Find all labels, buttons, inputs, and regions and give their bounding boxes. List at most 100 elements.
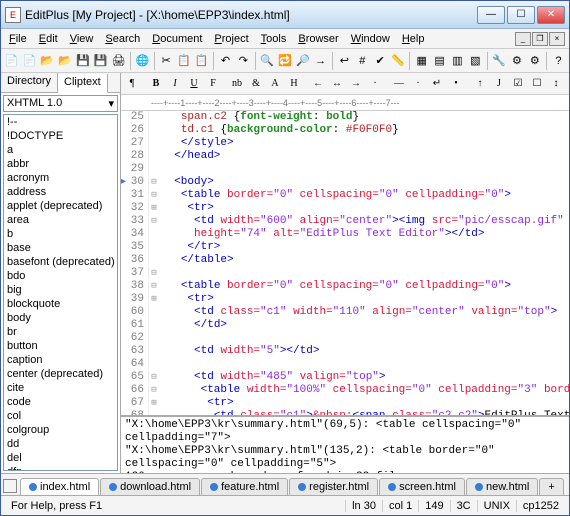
open-remote-icon[interactable]: 📂 [57,51,74,70]
list-item[interactable]: blockquote [4,297,117,311]
findfiles-icon[interactable]: 🔎 [294,51,311,70]
copy-icon[interactable]: 📋 [175,51,192,70]
list-item[interactable]: code [4,395,117,409]
html-tool-11[interactable]: → [347,75,365,92]
mdi-restore-button[interactable]: ❐ [532,32,548,46]
html-tool-22[interactable]: S [566,75,569,92]
close-button[interactable]: ✕ [537,6,565,24]
html-tool-12[interactable]: · [366,75,384,92]
list-item[interactable]: bdo [4,269,117,283]
html-tool-15[interactable]: ↵ [428,75,446,92]
preview-icon[interactable]: 🌐 [134,51,151,70]
list-item[interactable]: !DOCTYPE [4,129,117,143]
tool2-icon[interactable]: ⚙ [508,51,525,70]
html-tool-20[interactable]: ☐ [528,75,546,92]
doc-tab[interactable]: register.html [289,478,378,495]
html-tool-4[interactable]: F [204,75,222,92]
redo-icon[interactable]: ↷ [235,51,252,70]
list-item[interactable]: base [4,241,117,255]
list-item[interactable]: center (deprecated) [4,367,117,381]
html-tool-3[interactable]: U [185,75,203,92]
html-tool-8[interactable]: H [285,75,303,92]
list-item[interactable]: dfn [4,465,117,471]
panel2-icon[interactable]: ▤ [431,51,448,70]
goto-icon[interactable]: → [312,51,329,70]
panel1-icon[interactable]: ▦ [413,51,430,70]
list-item[interactable]: br [4,325,117,339]
list-item[interactable]: del [4,451,117,465]
list-item[interactable]: acronym [4,171,117,185]
cliptext-combo[interactable]: XHTML 1.0▾ [3,95,118,112]
tab-list-button[interactable] [3,479,17,493]
linenum-icon[interactable]: # [354,51,371,70]
html-tool-18[interactable]: J [490,75,508,92]
list-item[interactable]: big [4,283,117,297]
list-item[interactable]: col [4,409,117,423]
doc-tab[interactable]: screen.html [379,478,465,495]
prefs-icon[interactable]: ⚙ [526,51,543,70]
menu-file[interactable]: File [3,31,33,47]
mdi-min-button[interactable]: _ [515,32,531,46]
list-item[interactable]: dd [4,437,117,451]
html-tool-0[interactable]: ¶ [123,75,141,92]
list-item[interactable]: a [4,143,117,157]
list-item[interactable]: area [4,213,117,227]
menu-document[interactable]: Document [146,31,208,47]
html-tool-16[interactable]: • [447,75,465,92]
tab-cliptext[interactable]: Cliptext [58,74,108,93]
paste-icon[interactable]: 📋 [193,51,210,70]
menu-view[interactable]: View [64,31,100,47]
list-item[interactable]: body [4,311,117,325]
panel3-icon[interactable]: ▥ [449,51,466,70]
cut-icon[interactable]: ✂ [158,51,175,70]
minimize-button[interactable]: — [477,6,505,24]
mdi-close-button[interactable]: × [549,32,565,46]
panel4-icon[interactable]: ▧ [467,51,484,70]
tool1-icon[interactable]: 🔧 [491,51,508,70]
list-item[interactable]: colgroup [4,423,117,437]
new-html-icon[interactable]: 📄 [21,51,38,70]
help-icon[interactable]: ? [550,51,567,70]
html-tool-5[interactable]: nb [228,75,246,92]
save-all-icon[interactable]: 💾 [92,51,109,70]
replace-icon[interactable]: 🔁 [277,51,294,70]
menu-help[interactable]: Help [396,31,431,47]
code-text[interactable]: span.c2 {font-weight: bold} td.c1 {backg… [159,111,569,415]
open-icon[interactable]: 📂 [39,51,56,70]
html-tool-6[interactable]: & [247,75,265,92]
cliptext-list[interactable]: !--!DOCTYPEaabbracronymaddressapplet (de… [3,114,118,471]
html-tool-21[interactable]: ↕ [547,75,565,92]
html-tool-17[interactable]: ↑ [471,75,489,92]
spell-icon[interactable]: ✔ [372,51,389,70]
doc-tab[interactable]: feature.html [201,478,288,495]
code-editor[interactable]: ▶ 25262728293031323334353637383960616263… [121,111,569,415]
menu-edit[interactable]: Edit [33,31,64,47]
menu-window[interactable]: Window [345,31,396,47]
html-tool-10[interactable]: ↔ [328,75,346,92]
new-tab-button[interactable]: + [539,478,563,495]
new-icon[interactable]: 📄 [3,51,20,70]
list-item[interactable]: applet (deprecated) [4,199,117,213]
menu-tools[interactable]: Tools [255,31,293,47]
wrap-icon[interactable]: ↩ [336,51,353,70]
doc-tab[interactable]: index.html [20,478,99,495]
list-item[interactable]: button [4,339,117,353]
list-item[interactable]: cite [4,381,117,395]
fold-column[interactable]: ⊟⊟⊞⊟⊟⊟⊞⊟⊟⊞⊟⊟⊟⊞ [149,111,159,415]
list-item[interactable]: caption [4,353,117,367]
html-tool-14[interactable]: · [409,75,427,92]
maximize-button[interactable]: ☐ [507,6,535,24]
tab-directory[interactable]: Directory [1,73,58,92]
html-tool-2[interactable]: I [166,75,184,92]
menu-search[interactable]: Search [99,31,146,47]
save-icon[interactable]: 💾 [74,51,91,70]
undo-icon[interactable]: ↶ [217,51,234,70]
list-item[interactable]: b [4,227,117,241]
output-panel[interactable]: "X:\home\EPP3\kr\summary.html"(69,5): <t… [121,415,569,473]
ruler-icon[interactable]: 📏 [390,51,407,70]
list-item[interactable]: !-- [4,115,117,129]
list-item[interactable]: basefont (deprecated) [4,255,117,269]
list-item[interactable]: address [4,185,117,199]
html-tool-13[interactable]: — [390,75,408,92]
doc-tab[interactable]: download.html [100,478,200,495]
